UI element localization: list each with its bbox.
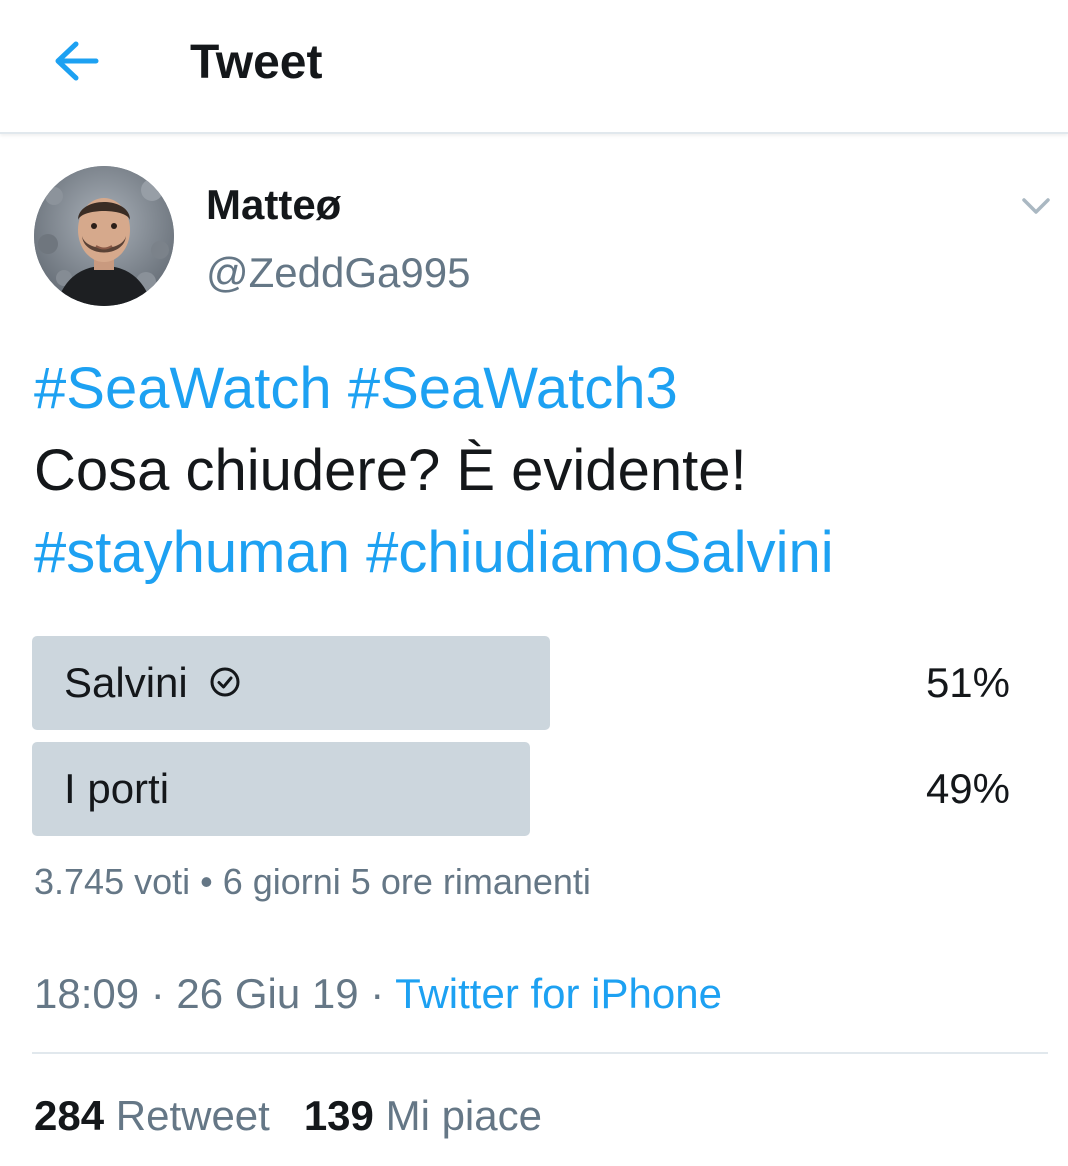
- tweet-line-3: #stayhuman #chiudiamoSalvini: [34, 512, 1044, 594]
- poll-percentage: 49%: [925, 765, 1010, 812]
- poll-percentage: 51%: [925, 659, 1010, 706]
- tweet-line-1: #SeaWatch #SeaWatch3: [34, 348, 1044, 430]
- poll-option-label: I porti: [64, 742, 169, 836]
- retweets-count: 284: [34, 1092, 105, 1139]
- poll-option-label: Salvini: [64, 636, 242, 730]
- arrow-left-icon: [55, 41, 99, 81]
- retweets-stat[interactable]: 284 Retweet: [34, 1092, 270, 1139]
- hashtag-link[interactable]: #SeaWatch3: [348, 356, 678, 421]
- tweet-menu-button[interactable]: [1016, 190, 1056, 222]
- check-circle-icon: [208, 665, 242, 699]
- poll-option-salvini: Salvini 51%: [32, 636, 1022, 730]
- divider: [32, 1052, 1048, 1054]
- likes-label: Mi piace: [385, 1092, 542, 1139]
- tweet-source-link[interactable]: Twitter for iPhone: [395, 970, 722, 1017]
- tweet-stats: 284 Retweet 139 Mi piace: [34, 1090, 542, 1142]
- chevron-down-icon: [1022, 198, 1050, 214]
- retweets-label: Retweet: [115, 1092, 270, 1139]
- tweet-time-date: 18:09 · 26 Giu 19 ·: [34, 970, 396, 1017]
- page-title: Tweet: [190, 36, 323, 89]
- avatar[interactable]: [34, 166, 174, 306]
- poll-meta: 3.745 voti • 6 giorni 5 ore rimanenti: [34, 861, 591, 902]
- tweet-timestamp: 18:09 · 26 Giu 19 · Twitter for iPhone: [34, 968, 722, 1020]
- poll-option-text: I porti: [64, 765, 170, 812]
- poll-option-i-porti: I porti 49%: [32, 742, 1022, 836]
- avatar-image: [34, 166, 174, 306]
- top-bar: Tweet: [0, 0, 1068, 134]
- author-display-name[interactable]: Matteø: [206, 180, 341, 230]
- hashtag-link[interactable]: #SeaWatch: [34, 356, 332, 421]
- hashtag-link[interactable]: #stayhuman: [34, 520, 350, 585]
- back-button[interactable]: [46, 36, 102, 86]
- tweet-text: #SeaWatch #SeaWatch3 Cosa chiudere? È ev…: [34, 348, 1044, 594]
- hashtag-link[interactable]: #chiudiamoSalvini: [366, 520, 833, 585]
- likes-count: 139: [303, 1092, 374, 1139]
- likes-stat[interactable]: 139 Mi piace: [304, 1092, 542, 1139]
- tweet-line-2: Cosa chiudere? È evidente!: [34, 438, 747, 503]
- poll-option-text: Salvini: [64, 659, 188, 706]
- author-handle[interactable]: @ZeddGa995: [206, 248, 470, 298]
